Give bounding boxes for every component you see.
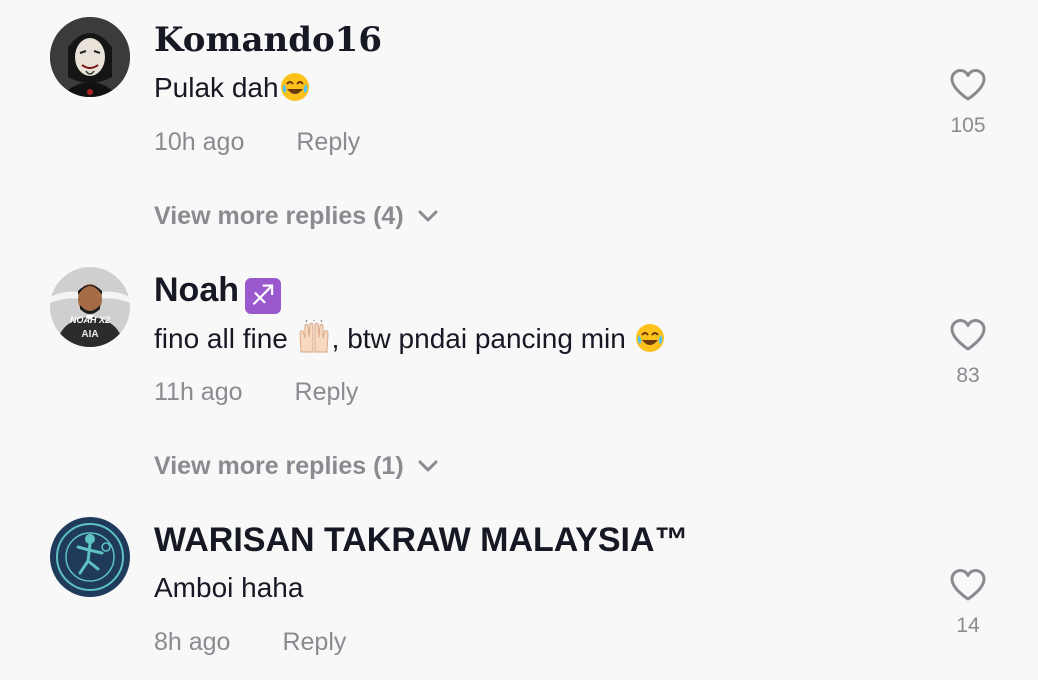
tears-of-joy-emoji-icon [634, 322, 666, 363]
comment-username[interactable]: WARISAN TAKRAW MALAYSIA™ [154, 520, 689, 560]
warisan-takraw-logo-avatar-image [50, 517, 130, 597]
comment-username[interactable]: Komando16 [154, 20, 382, 60]
avatar-jersey-text: NOAH X2 [69, 315, 110, 325]
view-more-replies-label: View more replies (4) [154, 202, 404, 230]
comment-timestamp: 11h ago [154, 378, 243, 406]
heart-outline-icon [950, 69, 986, 101]
avatar[interactable] [50, 17, 130, 97]
raising-hands-emoji-icon [296, 319, 332, 363]
view-more-replies-button[interactable]: View more replies (1) [154, 449, 438, 481]
comment-username-label: Noah [154, 271, 239, 309]
comment-text-body: Pulak dah [154, 72, 279, 103]
comment-text-body: Amboi haha [154, 572, 304, 603]
reply-button[interactable]: Reply [282, 627, 346, 657]
heart-outline-icon [950, 569, 986, 601]
chevron-down-icon [418, 449, 438, 479]
reply-button[interactable]: Reply [295, 377, 359, 407]
sagittarius-emoji-icon: ♐ [245, 278, 281, 314]
avatar[interactable] [50, 517, 130, 597]
comment-text: Amboi haha [154, 570, 303, 606]
heart-outline-icon [950, 319, 986, 351]
comment-text-part: , btw pndai pancing min [331, 323, 634, 354]
like-count: 105 [950, 114, 986, 137]
masked-user-avatar-image [50, 17, 130, 97]
comment-meta: 10h ago Reply [154, 127, 360, 157]
comment-username[interactable]: Noah ♐ [154, 270, 281, 314]
comment-timestamp: 8h ago [154, 628, 231, 656]
comment-meta: 11h ago Reply [154, 377, 358, 407]
tears-of-joy-emoji-icon [279, 71, 311, 112]
like-button[interactable]: 105 [938, 68, 998, 138]
comment-text: fino all fine , btw pndai pancing min [154, 319, 666, 363]
comment-text: Pulak dah [154, 70, 311, 112]
reply-button[interactable]: Reply [296, 127, 360, 157]
avatar[interactable]: NOAH X2 AIA [50, 267, 130, 347]
like-button[interactable]: 14 [938, 568, 998, 638]
like-count: 83 [956, 364, 980, 387]
comment-timestamp: 10h ago [154, 128, 245, 156]
avatar-sponsor-text: AIA [81, 329, 99, 340]
like-button[interactable]: 83 [938, 318, 998, 388]
view-more-replies-button[interactable]: View more replies (4) [154, 199, 438, 231]
view-more-replies-label: View more replies (1) [154, 452, 404, 480]
comment-meta: 8h ago Reply [154, 627, 346, 657]
comment-text-part: fino all fine [154, 323, 296, 354]
chevron-down-icon [418, 199, 438, 229]
like-count: 14 [956, 614, 980, 637]
